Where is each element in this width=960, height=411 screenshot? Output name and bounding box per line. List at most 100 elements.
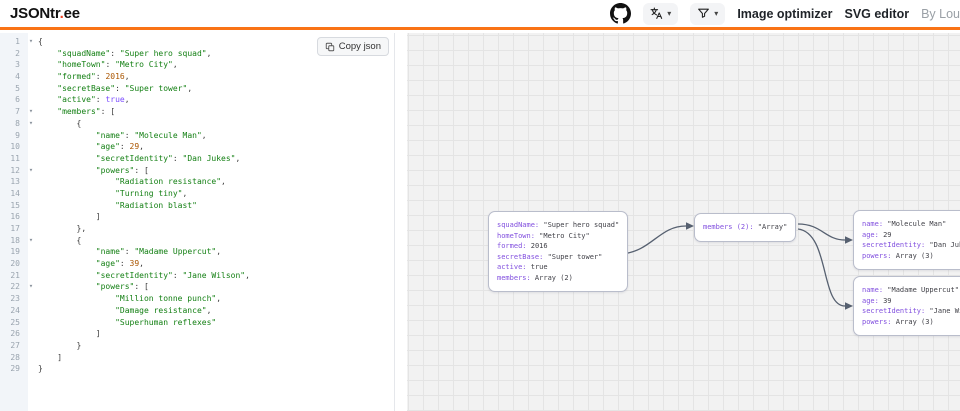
editor-line: 25 "Superhuman reflexes": [0, 317, 394, 329]
fold-toggle-icon[interactable]: ▾: [24, 36, 38, 48]
editor-line: 12 ▾ "powers": [: [0, 165, 394, 177]
code-text: "secretIdentity": "Dan Jukes",: [95, 153, 241, 163]
language-button[interactable]: ▾: [643, 2, 679, 25]
code-text: "secretBase": "Super tower",: [57, 83, 193, 93]
code-text: "name": "Madame Uppercut",: [95, 247, 222, 257]
github-icon: [610, 3, 632, 24]
editor-line: 15 "Radiation blast": [0, 200, 394, 212]
graph-node-member-1[interactable]: name: "Madame Uppercut" age: 39 secretIden…: [853, 276, 960, 336]
line-number: 4: [15, 72, 20, 82]
graph-node-members-array[interactable]: members (2): "Array": [694, 213, 797, 242]
editor-line: 6 "active": true,: [0, 94, 394, 106]
node-property: homeTown: "Metro City": [497, 231, 590, 240]
node-property: name: "Molecule Man": [862, 220, 947, 228]
code-text: "homeTown": "Metro City",: [57, 60, 178, 70]
caret-down-icon: ▾: [714, 8, 719, 18]
line-number: 5: [15, 83, 20, 93]
copy-json-label: Copy json: [338, 41, 381, 52]
line-number: 29: [10, 364, 20, 374]
editor-line: 17 },: [0, 223, 394, 235]
editor-line: 19 "name": "Madame Uppercut",: [0, 246, 394, 258]
panel-splitter[interactable]: [395, 33, 407, 411]
line-number: 14: [10, 188, 20, 198]
line-number: 11: [10, 153, 20, 163]
code-text: {: [76, 235, 82, 245]
code-text: "powers": [: [95, 282, 149, 292]
graph-node-member-0[interactable]: name: "Molecule Man" age: 29 secretIdentit…: [853, 210, 960, 270]
copy-icon: [325, 42, 334, 51]
fold-toggle-icon[interactable]: ▾: [24, 235, 38, 247]
line-number: 2: [15, 48, 20, 58]
line-number: 10: [10, 142, 20, 152]
line-number: 16: [10, 212, 20, 222]
edge-root-to-members: [621, 225, 687, 255]
node-property: active: true: [497, 263, 548, 271]
node-property: powers: Array (3): [862, 317, 934, 326]
editor-panel[interactable]: 1 ▾ {2 "squadName": "Super hero squad", 3 "…: [0, 33, 395, 411]
nav-link-svg-editor[interactable]: SVG editor: [844, 7, 909, 21]
nav-link-image-optimizer[interactable]: Image optimizer: [737, 7, 832, 21]
node-property: age: 29: [862, 230, 892, 239]
node-property: name: "Madame Uppercut": [862, 286, 959, 294]
editor-line: 20 "age": 39,: [0, 258, 394, 270]
node-property: members (2): "Array": [703, 223, 788, 231]
line-number: 19: [10, 247, 20, 257]
editor-line: 8 ▾ {: [0, 118, 394, 130]
line-number: 1: [15, 37, 20, 46]
app: JSONtr.ee ▾ ▾ Image optimizer SVG editor…: [0, 0, 960, 411]
line-number: 9: [15, 130, 20, 140]
arrowhead: [845, 236, 853, 244]
graph-node-root[interactable]: squadName: "Super hero squad" homeTown: "…: [488, 211, 629, 292]
editor-line: 7 ▾ "members": [: [0, 106, 394, 118]
editor-line: 23 "Million tonne punch",: [0, 293, 394, 305]
node-property: secretIdentity: "Jane Wilson": [862, 307, 960, 315]
line-number: 13: [10, 177, 20, 187]
node-property: secretBase: "Super tower": [497, 252, 603, 261]
line-number: 21: [10, 270, 20, 280]
code-text: ]: [95, 212, 101, 222]
code-text: "Damage resistance",: [115, 305, 212, 315]
code-text: "age": 39,: [95, 259, 144, 269]
editor-line: 29}: [0, 363, 394, 375]
code-text: "powers": [: [95, 165, 149, 175]
editor-line: 22 ▾ "powers": [: [0, 281, 394, 293]
editor-line: 21 "secretIdentity": "Jane Wilson",: [0, 270, 394, 282]
node-property: secretIdentity: "Dan Jukes": [862, 241, 960, 249]
line-number: 20: [10, 259, 20, 269]
code-text: "members": [: [57, 107, 116, 117]
copy-json-button[interactable]: Copy json: [316, 37, 389, 56]
filter-button[interactable]: ▾: [690, 2, 726, 25]
header: JSONtr.ee ▾ ▾ Image optimizer SVG editor…: [0, 0, 960, 30]
line-number: 17: [10, 224, 20, 233]
node-property: powers: Array (3): [862, 251, 934, 260]
node-property: formed: 2016: [497, 242, 548, 250]
line-number: 7: [15, 107, 20, 117]
fold-toggle-icon[interactable]: ▾: [24, 106, 38, 118]
arrowhead: [686, 222, 694, 230]
logo[interactable]: JSONtr.ee: [10, 5, 80, 22]
line-number: 23: [10, 294, 20, 304]
code-text: ]: [57, 352, 63, 362]
editor-line: 11 "secretIdentity": "Dan Jukes",: [0, 153, 394, 165]
line-number: 8: [15, 118, 20, 128]
line-number: 18: [10, 235, 20, 245]
github-button[interactable]: [610, 3, 632, 24]
editor-line: 13 "Radiation resistance",: [0, 176, 394, 188]
logo-text-suffix: ee: [63, 5, 81, 22]
editor-line: 14 "Turning tiny",: [0, 188, 394, 200]
fold-toggle-icon[interactable]: ▾: [24, 118, 38, 130]
code-text: "squadName": "Super hero squad",: [57, 48, 212, 58]
editor-line: 28 ]: [0, 352, 394, 364]
graph-panel[interactable]: squadName: "Super hero squad" homeTown: "…: [407, 33, 960, 411]
fold-toggle-icon[interactable]: ▾: [24, 165, 38, 177]
editor-line: 26 ]: [0, 328, 394, 340]
fold-toggle-icon[interactable]: ▾: [24, 281, 38, 293]
editor-lines: 1 ▾ {2 "squadName": "Super hero squad", 3 "…: [0, 33, 394, 375]
line-number: 6: [15, 95, 20, 105]
line-number: 12: [10, 165, 20, 175]
logo-text: JSONtr: [10, 5, 60, 22]
node-property: members: Array (2): [497, 273, 573, 282]
translate-icon: [650, 7, 663, 19]
line-number: 3: [15, 60, 20, 70]
code-text: },: [76, 224, 87, 233]
